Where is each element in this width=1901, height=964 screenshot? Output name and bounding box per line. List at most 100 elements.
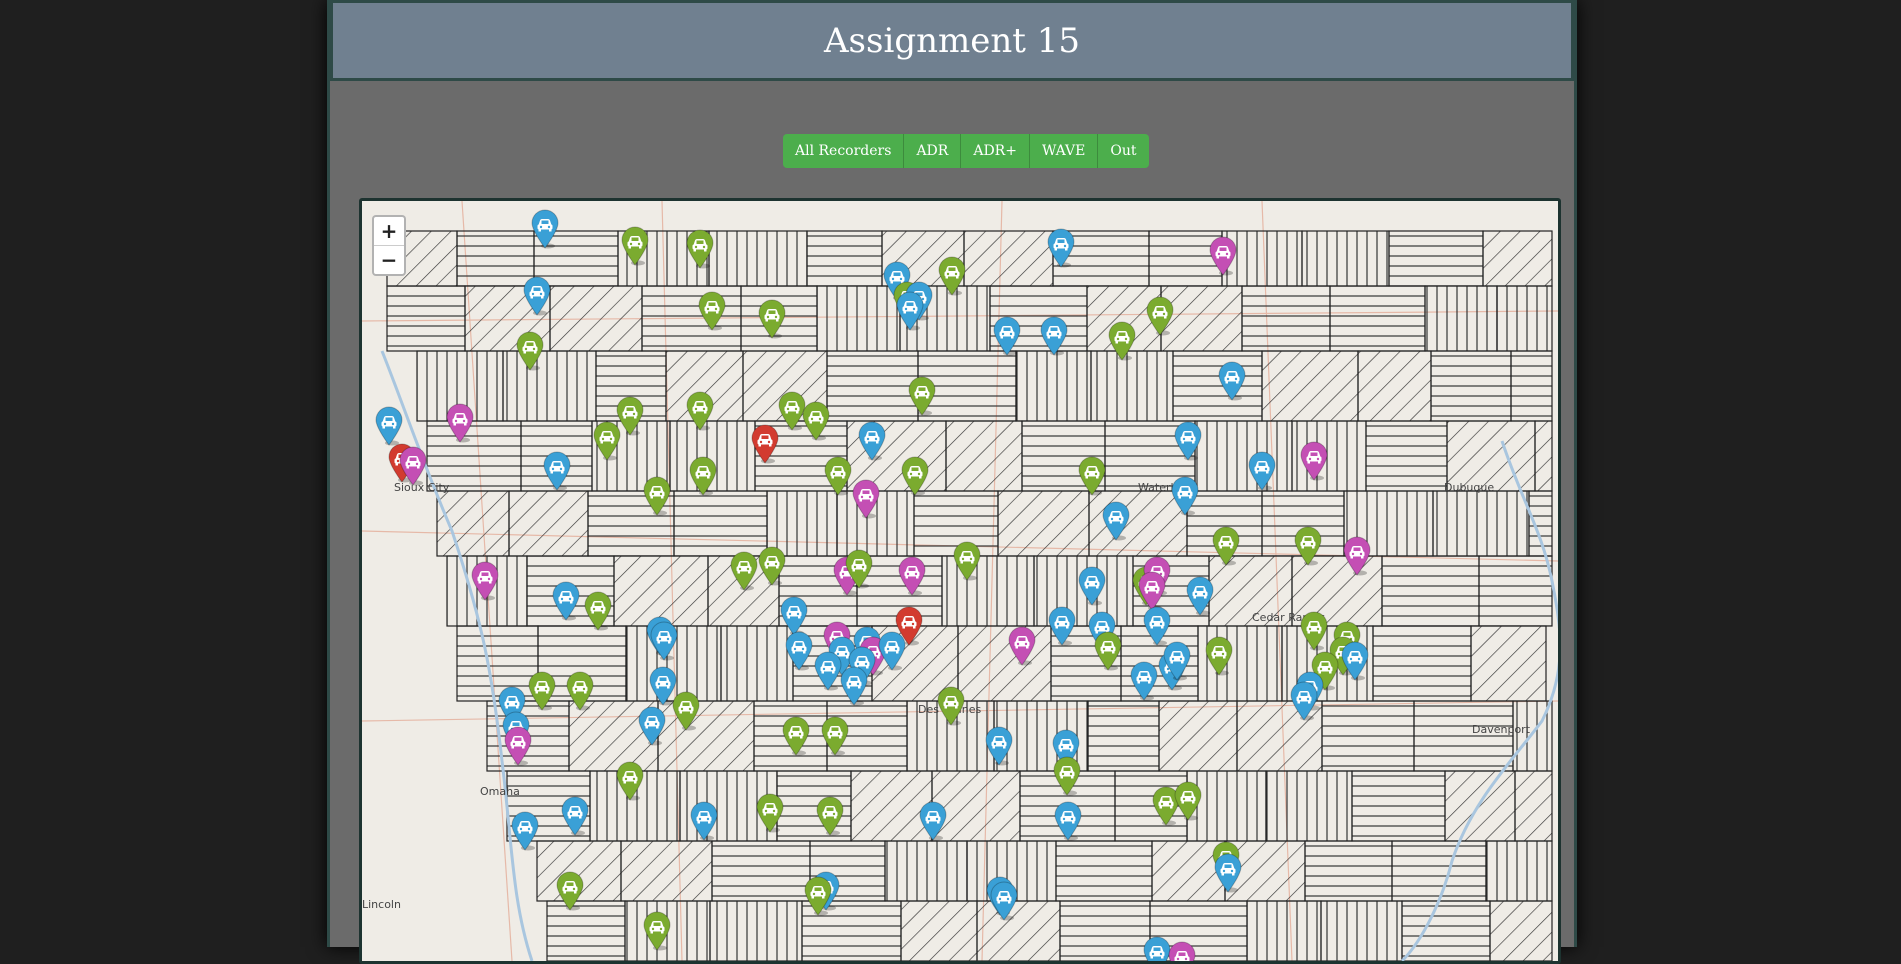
recorder-marker[interactable] [685, 229, 715, 269]
recorder-marker[interactable] [784, 631, 814, 671]
recorder-marker[interactable] [1299, 441, 1329, 481]
recorder-marker[interactable] [989, 881, 1019, 921]
recorder-marker[interactable] [1052, 756, 1082, 796]
recorder-marker[interactable] [1077, 566, 1107, 606]
recorder-marker[interactable] [757, 299, 787, 339]
recorder-marker[interactable] [689, 801, 719, 841]
iowa-map[interactable]: + − Sioux City Waterloo Dubuque Cedar Ra… [359, 198, 1561, 964]
recorder-marker[interactable] [820, 716, 850, 756]
recorder-marker[interactable] [781, 716, 811, 756]
recorder-marker[interactable] [992, 316, 1022, 356]
recorder-marker[interactable] [900, 456, 930, 496]
recorder-marker[interactable] [560, 796, 590, 836]
recorder-marker[interactable] [757, 546, 787, 586]
recorder-marker[interactable] [615, 761, 645, 801]
car-icon [531, 209, 559, 249]
recorder-marker[interactable] [1167, 941, 1197, 961]
zoom-in-button[interactable]: + [374, 217, 404, 246]
recorder-marker[interactable] [1211, 526, 1241, 566]
recorder-marker[interactable] [918, 801, 948, 841]
recorder-marker[interactable] [1007, 626, 1037, 666]
recorder-marker[interactable] [583, 591, 613, 631]
adr-plus-button[interactable]: ADR+ [961, 134, 1030, 168]
recorder-marker[interactable] [936, 686, 966, 726]
recorder-marker[interactable] [642, 476, 672, 516]
recorder-marker[interactable] [1173, 421, 1203, 461]
recorder-marker[interactable] [1137, 571, 1167, 611]
recorder-marker[interactable] [851, 479, 881, 519]
recorder-marker[interactable] [592, 421, 622, 461]
recorder-marker[interactable] [1107, 321, 1137, 361]
recorder-marker[interactable] [1213, 853, 1243, 893]
wave-button[interactable]: WAVE [1029, 134, 1099, 168]
recorder-marker[interactable] [1204, 636, 1234, 676]
recorder-marker[interactable] [620, 226, 650, 266]
recorder-marker[interactable] [522, 276, 552, 316]
recorder-marker[interactable] [907, 376, 937, 416]
recorder-marker[interactable] [801, 401, 831, 441]
recorder-marker[interactable] [1101, 501, 1131, 541]
recorder-marker[interactable] [1340, 641, 1370, 681]
recorder-marker[interactable] [649, 621, 679, 661]
recorder-marker[interactable] [1046, 228, 1076, 268]
recorder-marker[interactable] [503, 726, 533, 766]
recorder-marker[interactable] [897, 556, 927, 596]
recorder-marker[interactable] [530, 209, 560, 249]
recorder-marker[interactable] [1342, 536, 1372, 576]
recorder-marker[interactable] [527, 671, 557, 711]
recorder-marker[interactable] [515, 331, 545, 371]
recorder-marker[interactable] [1299, 611, 1329, 651]
recorder-marker[interactable] [1170, 476, 1200, 516]
recorder-marker[interactable] [1162, 641, 1192, 681]
recorder-marker[interactable] [555, 871, 585, 911]
recorder-marker[interactable] [729, 551, 759, 591]
recorder-marker[interactable] [374, 406, 404, 446]
recorder-marker[interactable] [1289, 681, 1319, 721]
recorder-marker[interactable] [565, 671, 595, 711]
zoom-out-button[interactable]: − [374, 246, 404, 274]
recorder-marker[interactable] [1208, 236, 1238, 276]
recorder-marker[interactable] [1247, 451, 1277, 491]
recorder-marker[interactable] [779, 596, 809, 636]
adr-button[interactable]: ADR [904, 134, 962, 168]
recorder-marker[interactable] [894, 606, 924, 646]
recorder-marker[interactable] [398, 446, 428, 486]
recorder-marker[interactable] [1093, 631, 1123, 671]
recorder-marker[interactable] [685, 391, 715, 431]
out-button[interactable]: Out [1098, 134, 1149, 168]
recorder-marker[interactable] [1142, 606, 1172, 646]
recorder-marker[interactable] [551, 581, 581, 621]
recorder-marker[interactable] [637, 706, 667, 746]
recorder-marker[interactable] [542, 451, 572, 491]
recorder-marker[interactable] [445, 403, 475, 443]
recorder-marker[interactable] [895, 291, 925, 331]
recorder-marker[interactable] [1145, 296, 1175, 336]
recorder-marker[interactable] [803, 876, 833, 916]
all-recorders-button[interactable]: All Recorders [783, 134, 905, 168]
recorder-marker[interactable] [937, 256, 967, 296]
recorder-marker[interactable] [1185, 576, 1215, 616]
recorder-marker[interactable] [839, 666, 869, 706]
recorder-marker[interactable] [815, 796, 845, 836]
recorder-marker[interactable] [1039, 316, 1069, 356]
recorder-marker[interactable] [844, 549, 874, 589]
recorder-marker[interactable] [1293, 526, 1323, 566]
recorder-marker[interactable] [952, 541, 982, 581]
recorder-marker[interactable] [1217, 361, 1247, 401]
recorder-marker[interactable] [470, 561, 500, 601]
recorder-marker[interactable] [750, 424, 780, 464]
recorder-marker[interactable] [1129, 661, 1159, 701]
recorder-marker[interactable] [510, 811, 540, 851]
recorder-marker[interactable] [1077, 456, 1107, 496]
recorder-marker[interactable] [755, 793, 785, 833]
recorder-marker[interactable] [642, 911, 672, 951]
recorder-marker[interactable] [697, 291, 727, 331]
recorder-marker[interactable] [671, 691, 701, 731]
recorder-marker[interactable] [688, 456, 718, 496]
recorder-marker[interactable] [1053, 801, 1083, 841]
recorder-marker[interactable] [1047, 606, 1077, 646]
recorder-marker[interactable] [823, 456, 853, 496]
recorder-marker[interactable] [1173, 781, 1203, 821]
recorder-marker[interactable] [984, 726, 1014, 766]
recorder-marker[interactable] [857, 421, 887, 461]
